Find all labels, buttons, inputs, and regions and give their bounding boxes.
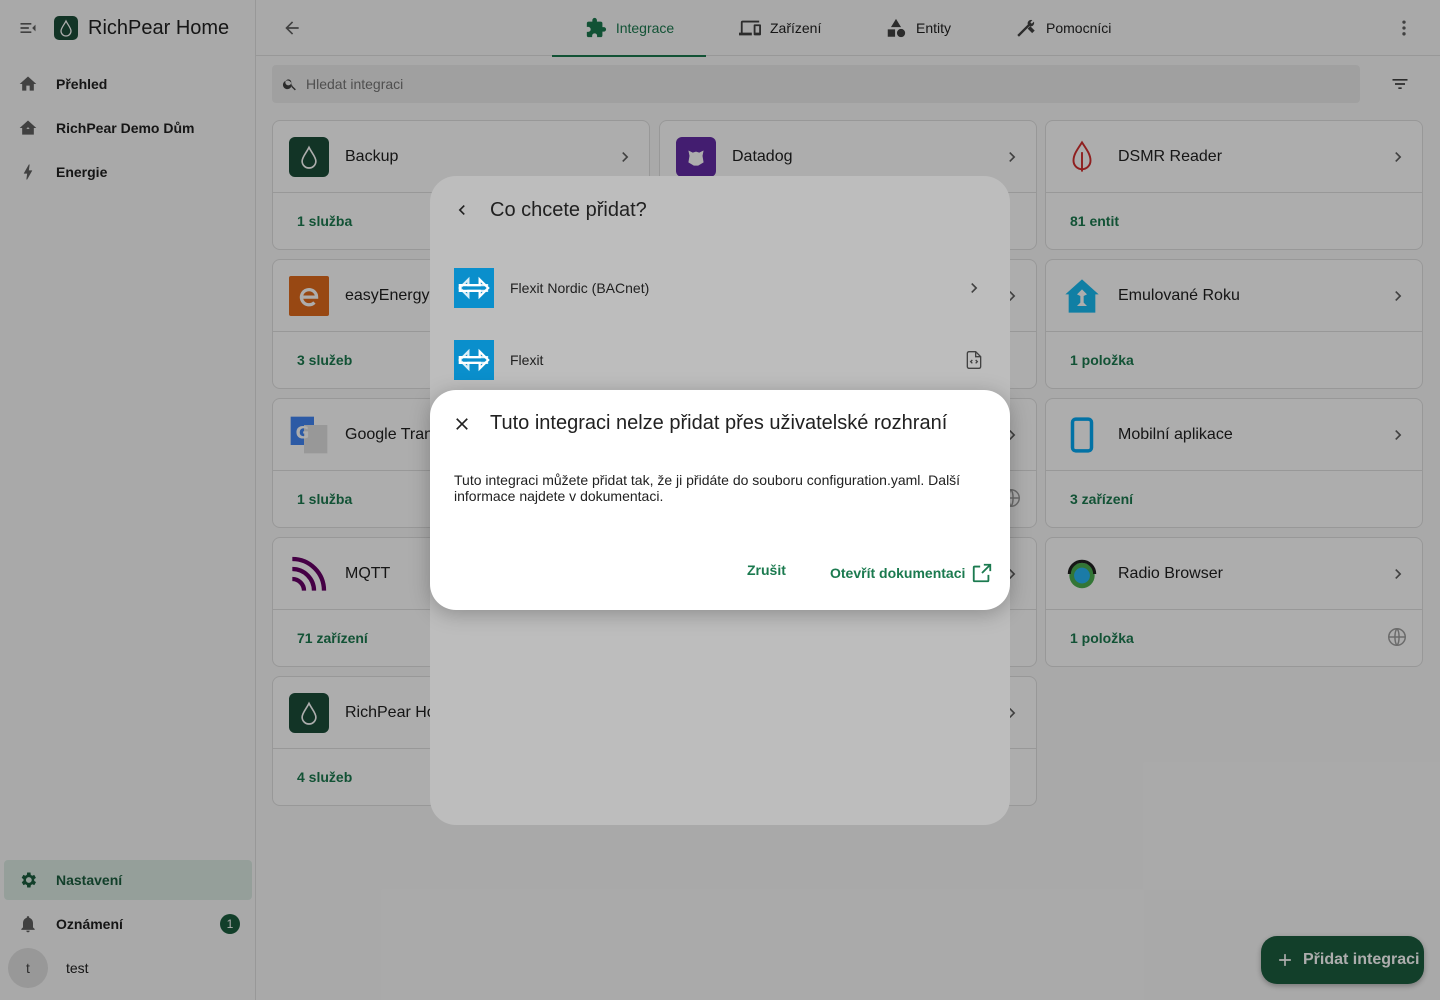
open-in-new-icon	[973, 563, 992, 583]
flexit-logo-icon	[454, 268, 494, 308]
list-item-flexit[interactable]: Flexit	[430, 324, 1010, 396]
cancel-label: Zrušit	[747, 562, 786, 578]
open-docs-button[interactable]: Otevřít dokumentaci	[830, 562, 993, 584]
list-item-flexit-nordic[interactable]: Flexit Nordic (BACnet)	[430, 252, 1010, 324]
flexit-logo-icon	[454, 340, 494, 380]
dialog-body: Tuto integraci můžete přidat tak, že ji …	[454, 472, 961, 504]
dialog-title: Co chcete přidat?	[490, 198, 647, 221]
close-icon[interactable]	[450, 412, 474, 436]
list-item-label: Flexit	[510, 352, 544, 368]
cancel-button[interactable]: Zrušit	[747, 562, 786, 578]
dialog-title: Tuto integraci nelze přidat přes uživate…	[490, 412, 948, 434]
open-docs-label: Otevřít dokumentaci	[830, 565, 966, 581]
list-item-label: Flexit Nordic (BACnet)	[510, 280, 650, 296]
chevron-left-icon[interactable]	[450, 198, 474, 222]
cannot-add-dialog: Tuto integraci nelze přidat přes uživate…	[430, 390, 1010, 610]
file-code-icon	[962, 348, 986, 372]
chevron-right-icon	[962, 276, 986, 300]
